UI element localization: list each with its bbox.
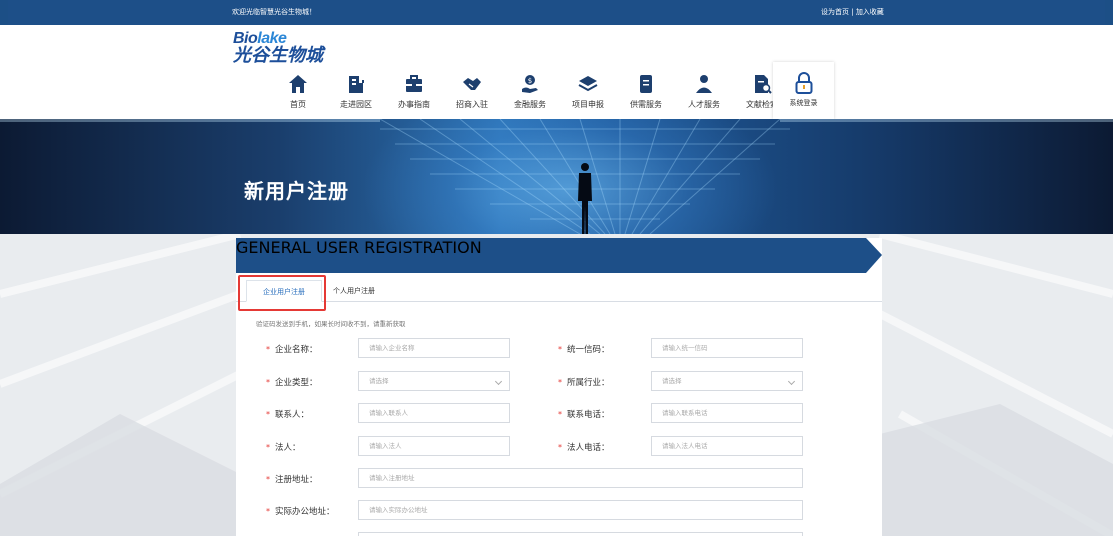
hero-banner: 新用户注册 [0, 119, 1113, 234]
logo-en: Biolake [233, 31, 323, 47]
company-name-label-text: 企业名称： [275, 345, 318, 355]
home-icon [289, 75, 307, 93]
legal-person-input[interactable]: 请输入法人 [358, 436, 510, 456]
company-type-select[interactable]: 请选择 [358, 371, 510, 391]
required-mark: * [558, 345, 562, 354]
office-address-label: * 实际办公地址： [266, 505, 335, 517]
banner-grid-graphic [0, 119, 1113, 234]
credit-code-label: * 统一信码： [558, 343, 610, 355]
lock-icon [795, 72, 812, 94]
nav-label: 招商入驻 [456, 100, 488, 109]
legal-phone-label-text: 法人电话： [567, 443, 610, 453]
contact-input[interactable]: 请输入联系人 [358, 403, 510, 423]
nav-item-home[interactable]: 首页 [272, 73, 324, 110]
company-name-label: * 企业名称： [266, 343, 318, 355]
nav-label: 项目申报 [572, 100, 604, 109]
company-name-input[interactable]: 请输入企业名称 [358, 338, 510, 358]
nav-item-talent[interactable]: 人才服务 [678, 73, 730, 110]
nav-item-project[interactable]: 项目申报 [562, 73, 614, 110]
nav-item-login[interactable]: 系统登录 [773, 62, 834, 119]
svg-text:$: $ [528, 77, 532, 85]
reg-address-label-text: 注册地址： [275, 475, 318, 485]
required-mark: * [558, 410, 562, 419]
tab-enterprise-registration[interactable]: 企业用户注册 [246, 280, 322, 302]
required-mark: * [558, 443, 562, 452]
site-logo[interactable]: Biolake 光谷生物城 [233, 31, 323, 66]
top-links: 设为首页 | 加入收藏 [821, 7, 884, 17]
site-header: Biolake 光谷生物城 首页 走进园区 办事指南 招商入驻 $ 金融服务 项… [0, 25, 1113, 119]
reg-address-input[interactable]: 请输入注册地址 [358, 468, 803, 488]
industry-label-text: 所属行业： [567, 378, 610, 388]
nav-item-finance[interactable]: $ 金融服务 [504, 73, 556, 110]
contact-phone-label: * 联系电话： [558, 408, 610, 420]
required-mark: * [266, 443, 270, 452]
set-home-link[interactable]: 设为首页 [821, 8, 849, 16]
layers-icon [578, 76, 598, 92]
legal-person-label: * 法人： [266, 441, 301, 453]
welcome-text: 欢迎光临智慧光谷生物城！ [232, 8, 316, 16]
top-bar-inner [8, 0, 1105, 25]
top-links-separator: | [849, 8, 856, 16]
document-icon [640, 75, 652, 93]
credit-code-input[interactable]: 请输入统一信码 [651, 338, 803, 358]
nav-item-guide[interactable]: 办事指南 [388, 73, 440, 110]
chevron-down-icon [494, 377, 503, 386]
office-address-label-text: 实际办公地址： [275, 507, 335, 517]
industry-placeholder: 请选择 [662, 377, 682, 385]
nav-item-invest[interactable]: 招商入驻 [446, 73, 498, 110]
contact-label-text: 联系人： [275, 410, 310, 420]
legal-person-label-text: 法人： [275, 443, 301, 453]
nav-label: 首页 [290, 100, 306, 109]
required-mark: * [266, 345, 270, 354]
nav-label: 走进园区 [340, 100, 372, 109]
standing-man-figure [578, 163, 592, 234]
chevron-down-icon [787, 377, 796, 386]
handshake-icon [463, 78, 481, 90]
hand-coin-icon: $ [522, 75, 538, 93]
legal-phone-input[interactable]: 请输入法人电话 [651, 436, 803, 456]
briefcase-icon [406, 75, 422, 92]
nav-item-supply[interactable]: 供需服务 [620, 73, 672, 110]
credit-code-label-text: 统一信码： [567, 345, 610, 355]
building-icon [349, 76, 364, 93]
person-icon [696, 75, 712, 93]
contact-label: * 联系人： [266, 408, 309, 420]
company-type-label-text: 企业类型： [275, 378, 318, 388]
required-mark: * [266, 378, 270, 387]
nav-label: 供需服务 [630, 100, 662, 109]
registration-tabs: 企业用户注册 个人用户注册 [236, 280, 882, 302]
page-title: 新用户注册 [244, 179, 349, 203]
verification-hint: 验证码发送到手机，如果长时间收不到，请重新获取 [256, 320, 406, 328]
office-address-input[interactable]: 请输入实际办公地址 [358, 500, 803, 520]
contact-phone-input[interactable]: 请输入联系电话 [651, 403, 803, 423]
tab-personal-registration[interactable]: 个人用户注册 [333, 280, 393, 302]
section-title: GENERAL USER REGISTRATION [236, 238, 482, 257]
company-type-label: * 企业类型： [266, 376, 318, 388]
nav-label: 人才服务 [688, 100, 720, 109]
industry-label: * 所属行业： [558, 376, 610, 388]
nav-label: 办事指南 [398, 100, 430, 109]
next-field-input[interactable] [358, 532, 803, 536]
required-mark: * [266, 475, 270, 484]
doc-search-icon [755, 75, 772, 94]
company-type-placeholder: 请选择 [369, 377, 389, 385]
nav-item-park[interactable]: 走进园区 [330, 73, 382, 110]
registration-panel: GENERAL USER REGISTRATION 企业用户注册 个人用户注册 … [236, 238, 882, 536]
contact-phone-label-text: 联系电话： [567, 410, 610, 420]
industry-select[interactable]: 请选择 [651, 371, 803, 391]
add-favorite-link[interactable]: 加入收藏 [856, 8, 884, 16]
required-mark: * [558, 378, 562, 387]
required-mark: * [266, 410, 270, 419]
top-bar: 欢迎光临智慧光谷生物城！ 设为首页 | 加入收藏 [0, 0, 1113, 25]
nav-label: 系统登录 [789, 99, 818, 107]
nav-label: 金融服务 [514, 100, 546, 109]
legal-phone-label: * 法人电话： [558, 441, 610, 453]
required-mark: * [266, 507, 270, 516]
reg-address-label: * 注册地址： [266, 473, 318, 485]
logo-cn: 光谷生物城 [233, 45, 323, 66]
